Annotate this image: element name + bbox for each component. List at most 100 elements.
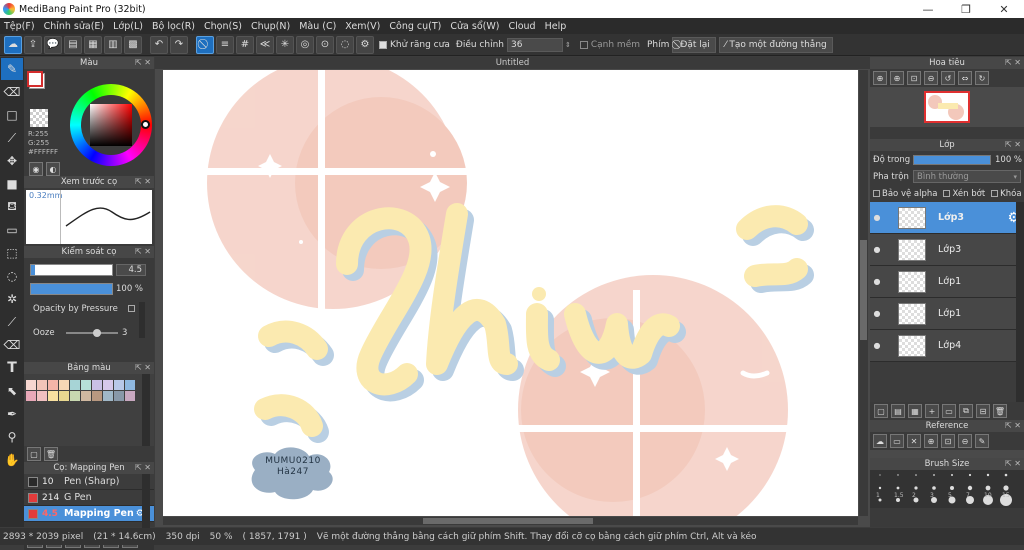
line-tool-icon[interactable]: ⟋ — [1, 127, 23, 149]
snap-grid-icon[interactable]: # — [236, 35, 254, 54]
reference-zoom-out-icon[interactable]: ⊖ — [958, 434, 972, 448]
palette-swatch[interactable] — [48, 391, 58, 401]
visibility-icon[interactable]: ● — [870, 277, 884, 286]
hue-ring[interactable] — [70, 84, 152, 166]
move-tool-icon[interactable]: ✥ — [1, 150, 23, 172]
layer-folder-icon[interactable]: ▭ — [942, 404, 956, 418]
brush-item[interactable]: 214 G Pen — [24, 490, 154, 506]
snap-off-icon[interactable]: ⃠ — [196, 35, 214, 54]
color-palette-icon[interactable]: ◐ — [46, 162, 60, 176]
visibility-icon[interactable]: ● — [870, 309, 884, 318]
pressure-checkbox[interactable] — [128, 305, 135, 312]
menu-tools[interactable]: Công cụ(T) — [389, 21, 441, 32]
brush-opacity-slider[interactable] — [30, 283, 113, 295]
palette-swatch[interactable] — [125, 380, 135, 390]
palette-swatch[interactable] — [81, 391, 91, 401]
menu-filter[interactable]: Bộ lọc(R) — [152, 21, 195, 32]
zoom-out-icon[interactable]: ⊖ — [924, 71, 938, 85]
hue-handle[interactable] — [141, 120, 150, 129]
reference-fit-icon[interactable]: ⊡ — [941, 434, 955, 448]
menu-window[interactable]: Cửa sổ(W) — [450, 21, 499, 32]
drawing-canvas[interactable]: MUMU0210 Hà247 — [163, 70, 858, 516]
primary-color-swatch[interactable] — [27, 71, 43, 87]
operation-tool-icon[interactable]: ⬉ — [1, 380, 23, 402]
palette-swatch[interactable] — [81, 380, 91, 390]
palette-swatch[interactable] — [37, 380, 47, 390]
brush-tool-icon[interactable]: ✎ — [1, 58, 23, 80]
eyedropper-tool-icon[interactable]: ⚲ — [1, 426, 23, 448]
color-picker-icon[interactable]: ◉ — [29, 162, 43, 176]
palette-swatch[interactable] — [92, 380, 102, 390]
hand-tool-icon[interactable]: ✋ — [1, 449, 23, 471]
maximize-icon[interactable]: ❐ — [948, 0, 984, 18]
layer-row[interactable]: ● Lớp1 — [870, 266, 1024, 298]
add-layer-menu-icon[interactable]: + — [925, 404, 939, 418]
new-8bit-layer-icon[interactable]: ▤ — [891, 404, 905, 418]
duplicate-layer-icon[interactable]: ⧉ — [959, 404, 973, 418]
flip-icon[interactable]: ⇔ — [958, 71, 972, 85]
brush-size-slider[interactable] — [30, 264, 113, 276]
select-tool-icon[interactable]: ⬚ — [1, 242, 23, 264]
zoom-fit-icon[interactable]: ⊕ — [873, 71, 887, 85]
gradient-tool-icon[interactable]: ▭ — [1, 219, 23, 241]
redo-icon[interactable]: ↷ — [170, 35, 188, 54]
reference-open-icon[interactable]: ▭ — [890, 434, 904, 448]
menu-edit[interactable]: Chỉnh sửa(E) — [44, 21, 105, 32]
visibility-icon[interactable]: ● — [870, 341, 884, 350]
vertical-scrollbar[interactable] — [859, 70, 868, 516]
palette-swatch[interactable] — [70, 391, 80, 401]
layer-blend-select[interactable]: Bình thường ▾ — [913, 170, 1021, 183]
lock-checkbox[interactable] — [991, 190, 999, 197]
line-button[interactable]: ⁄ Tạo một đường thẳng — [718, 36, 833, 53]
delete-layer-icon[interactable]: 🗑 — [993, 404, 1007, 418]
reference-eyedropper-icon[interactable]: ✎ — [975, 434, 989, 448]
layer-opacity-slider[interactable] — [913, 154, 991, 165]
adjust-spin-icon[interactable]: ⇕ — [565, 41, 571, 49]
brush-list-scrollbar[interactable] — [142, 474, 150, 528]
snap-radial-icon[interactable]: ✳ — [276, 35, 294, 54]
chat-icon[interactable]: ▤ — [64, 35, 82, 54]
transparent-swatch[interactable] — [30, 109, 48, 127]
brush-size-value[interactable]: 4.5 — [116, 264, 146, 276]
menu-help[interactable]: Help — [545, 21, 567, 32]
menu-select[interactable]: Chọn(S) — [204, 21, 242, 32]
palette-swatch[interactable] — [114, 380, 124, 390]
close-icon[interactable]: ✕ — [986, 0, 1022, 18]
clip-checkbox[interactable] — [943, 190, 951, 197]
layer-row-selected[interactable]: ● Lớp3 ⚙ — [870, 202, 1024, 234]
merge-layer-icon[interactable]: ⊟ — [976, 404, 990, 418]
protect-alpha-checkbox[interactable] — [873, 190, 880, 197]
grid-icon[interactable]: ▩ — [124, 35, 142, 54]
zoom-actual-icon[interactable]: ⊡ — [907, 71, 921, 85]
soft-edge-checkbox[interactable]: Cạnh mềm — [579, 40, 640, 50]
brush-control-scrollbar[interactable] — [139, 302, 145, 338]
file-icon[interactable]: ▦ — [84, 35, 102, 54]
menu-layer[interactable]: Lớp(L) — [113, 21, 143, 32]
bucket-tool-icon[interactable]: ⛾ — [1, 196, 23, 218]
snap-settings-icon[interactable]: ⚙ — [356, 35, 374, 54]
palette-swatch[interactable] — [103, 380, 113, 390]
palette-swatch[interactable] — [103, 391, 113, 401]
minimize-icon[interactable]: — — [910, 0, 946, 18]
saturation-square[interactable] — [90, 104, 132, 146]
select-eraser-tool-icon[interactable]: ⌫ — [1, 334, 23, 356]
new-1bit-layer-icon[interactable]: ▦ — [908, 404, 922, 418]
visibility-icon[interactable]: ● — [870, 213, 884, 222]
rotate-right-icon[interactable]: ↻ — [975, 71, 989, 85]
visibility-icon[interactable]: ● — [870, 245, 884, 254]
palette-delete-icon[interactable]: 🗑 — [44, 447, 58, 461]
palette-swatch[interactable] — [26, 391, 36, 401]
fill-rect-tool-icon[interactable]: ■ — [1, 173, 23, 195]
horizontal-scrollbar[interactable] — [163, 517, 858, 525]
rotate-left-icon[interactable]: ↺ — [941, 71, 955, 85]
palette-swatch[interactable] — [70, 380, 80, 390]
palette-scrollbar[interactable] — [142, 374, 150, 446]
layer-row[interactable]: ● Lớp4 — [870, 330, 1024, 362]
reference-cloud-icon[interactable]: ☁ — [873, 434, 887, 448]
palette-new-icon[interactable]: ▢ — [27, 447, 41, 461]
menu-color[interactable]: Màu (C) — [299, 21, 336, 32]
palette-swatch[interactable] — [125, 391, 135, 401]
brush-size-grid[interactable]: 1 1.5 2 3 5 7 10 15 — [870, 470, 1024, 508]
layer-row[interactable]: ● Lớp1 — [870, 298, 1024, 330]
layer-list-scrollbar[interactable] — [1016, 202, 1024, 402]
